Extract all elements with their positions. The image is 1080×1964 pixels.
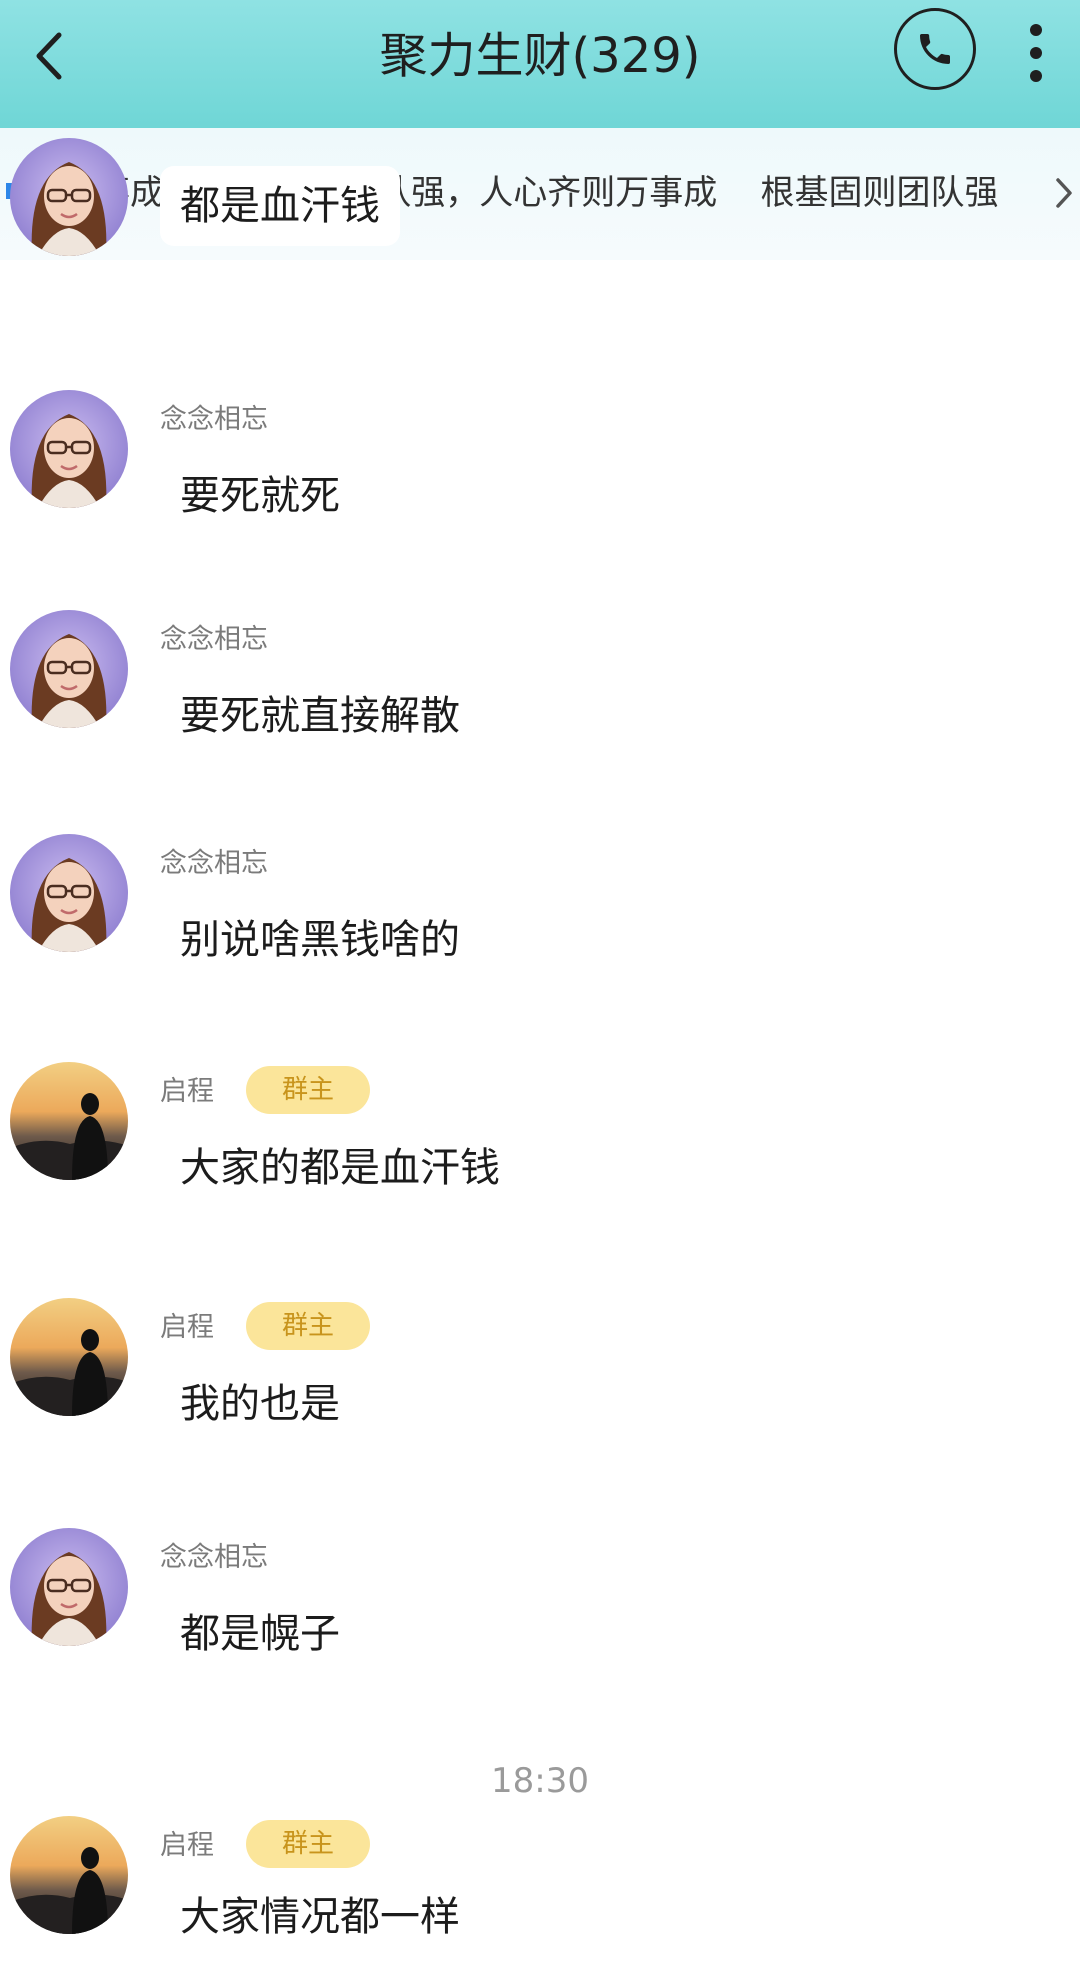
sender-name[interactable]: 念念相忘	[160, 400, 268, 440]
message-bubble[interactable]: 大家情况都一样	[160, 1882, 480, 1952]
group-owner-badge: 群主	[246, 1066, 370, 1114]
back-button[interactable]	[20, 18, 76, 94]
sender-name[interactable]: 启程	[160, 1826, 214, 1866]
girl-avatar-icon	[31, 1552, 107, 1646]
avatar[interactable]	[10, 610, 128, 728]
chat-message: 念念相忘 要死就直接解散	[0, 610, 1080, 760]
message-bubble[interactable]: 大家的都是血汗钱	[160, 1128, 520, 1208]
avatar[interactable]	[10, 1062, 128, 1180]
sender-name[interactable]: 启程	[160, 1072, 214, 1112]
more-button[interactable]	[1016, 14, 1056, 92]
girl-avatar-icon	[31, 858, 107, 952]
message-bubble[interactable]: 我的也是	[160, 1364, 360, 1444]
sunset-silhouette-avatar-icon	[10, 1329, 128, 1416]
message-bubble[interactable]: 要死就直接解散	[160, 676, 480, 756]
message-bubble[interactable]: 别说啥黑钱啥的	[160, 900, 480, 980]
call-button[interactable]	[894, 8, 976, 90]
group-owner-badge: 群主	[246, 1820, 370, 1868]
avatar[interactable]	[10, 138, 128, 256]
chat-message: 念念相忘 要死就死	[0, 390, 1080, 540]
avatar[interactable]	[10, 1528, 128, 1646]
avatar[interactable]	[10, 834, 128, 952]
avatar[interactable]	[10, 390, 128, 508]
sunset-silhouette-avatar-icon	[10, 1093, 128, 1180]
message-bubble[interactable]: 要死就死	[160, 456, 360, 536]
avatar[interactable]	[10, 1816, 128, 1934]
sunset-silhouette-avatar-icon	[10, 1847, 128, 1934]
chat-header: 聚力生财(329)	[0, 0, 1080, 128]
message-bubble[interactable]: 都是血汗钱	[160, 166, 400, 246]
message-timestamp: 18:30	[491, 1761, 589, 1801]
sender-name[interactable]: 念念相忘	[160, 620, 268, 660]
chat-message: 启程 群主 大家情况都一样	[0, 1816, 1080, 1964]
chat-message: 念念相忘 别说啥黑钱啥的	[0, 834, 1080, 984]
sender-name[interactable]: 念念相忘	[160, 844, 268, 884]
more-icon	[1030, 24, 1042, 82]
avatar[interactable]	[10, 1298, 128, 1416]
group-title[interactable]: 聚力生财(329)	[160, 18, 920, 94]
chat-message: 启程 群主 我的也是	[0, 1298, 1080, 1448]
sender-name[interactable]: 念念相忘	[160, 1538, 268, 1578]
girl-avatar-icon	[31, 634, 107, 728]
girl-avatar-icon	[31, 162, 107, 256]
back-icon	[36, 32, 62, 80]
girl-avatar-icon	[31, 414, 107, 508]
chat-message: 念念相忘 都是幌子	[0, 1528, 1080, 1678]
phone-icon	[920, 34, 950, 64]
chat-message: 启程 群主 大家的都是血汗钱	[0, 1062, 1080, 1212]
sender-name[interactable]: 启程	[160, 1308, 214, 1348]
message-bubble[interactable]: 都是幌子	[160, 1594, 360, 1674]
group-owner-badge: 群主	[246, 1302, 370, 1350]
chat-message: 都是血汗钱	[0, 138, 1080, 346]
